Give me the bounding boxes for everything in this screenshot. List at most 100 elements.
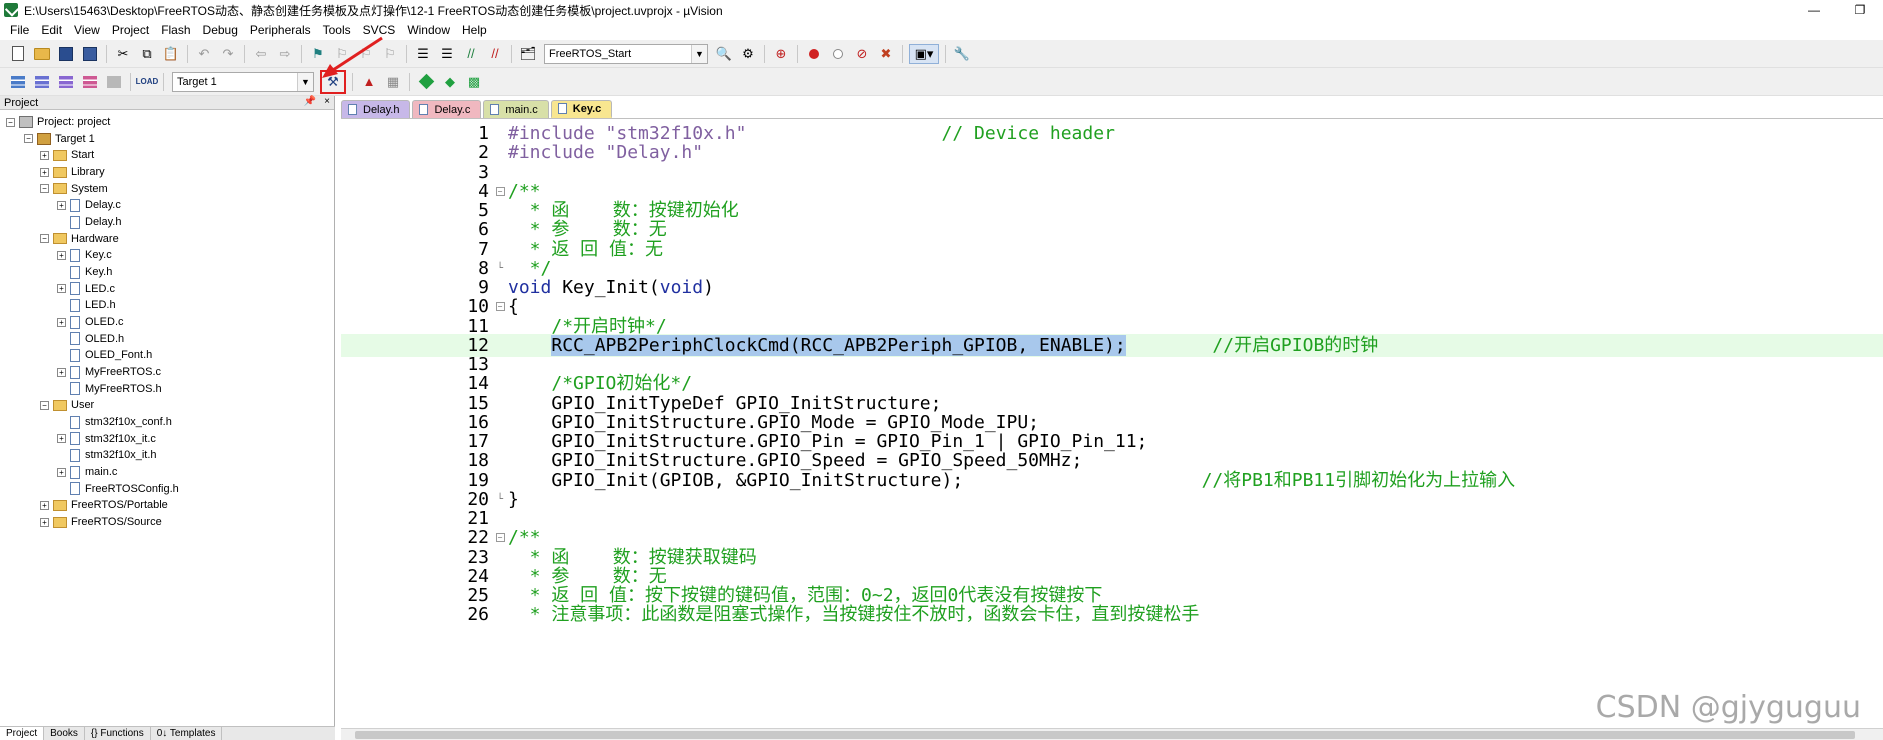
menu-window[interactable]: Window	[401, 20, 456, 40]
tree-item-key-h[interactable]: Key.h	[57, 264, 112, 280]
incremental-find-icon[interactable]: ⚙	[738, 44, 758, 64]
menu-view[interactable]: View	[68, 20, 106, 40]
tree-item-system[interactable]: − System	[40, 181, 108, 197]
find-in-files-icon[interactable]: 🗂	[518, 44, 538, 64]
undo-icon[interactable]: ↶	[194, 44, 214, 64]
copy-icon[interactable]: ⧉	[137, 44, 157, 64]
expand-icon[interactable]: +	[40, 517, 49, 527]
tree-item-oled-font-h[interactable]: OLED_Font.h	[57, 347, 152, 363]
disable-breakpoint-icon[interactable]	[828, 44, 848, 64]
expand-icon[interactable]: +	[40, 167, 49, 177]
tree-item-myfreertos-h[interactable]: MyFreeRTOS.h	[57, 381, 162, 397]
tree-item-stm32f10x-it-h[interactable]: stm32f10x_it.h	[57, 447, 157, 463]
save-all-icon[interactable]	[80, 44, 100, 64]
chevron-down-icon[interactable]: ▼	[691, 44, 707, 63]
tree-item-delay-h[interactable]: Delay.h	[57, 214, 121, 230]
target-combo[interactable]: Target 1 ▼	[172, 71, 314, 92]
collapse-icon[interactable]: −	[40, 184, 49, 194]
tree-item-stm32f10x-conf-h[interactable]: stm32f10x_conf.h	[57, 414, 172, 430]
breakpoint-icon[interactable]	[804, 44, 824, 64]
collapse-icon[interactable]: −	[40, 400, 49, 410]
window-layout-icon[interactable]: ▣▾	[909, 43, 939, 64]
expand-icon[interactable]: +	[57, 434, 66, 444]
tree-item-delay-c[interactable]: + Delay.c	[57, 197, 121, 213]
close-icon[interactable]: ×	[324, 96, 330, 107]
pin-icon[interactable]: 📌	[304, 96, 316, 107]
expand-icon[interactable]: +	[40, 150, 49, 160]
minimize-button[interactable]: —	[1791, 0, 1837, 20]
tree-item-oled-h[interactable]: OLED.h	[57, 331, 124, 347]
tree-item-led-h[interactable]: LED.h	[57, 297, 116, 313]
paste-icon[interactable]: 📋	[161, 44, 181, 64]
expand-icon[interactable]: +	[57, 200, 66, 210]
tree-item-target-1[interactable]: − Target 1	[24, 131, 95, 147]
event-recorder-icon[interactable]: ▩	[464, 72, 484, 92]
build-icon[interactable]	[32, 72, 52, 92]
rebuild-icon[interactable]	[56, 72, 76, 92]
redo-icon[interactable]: ↷	[218, 44, 238, 64]
tree-item-stm32f10x-it-c[interactable]: + stm32f10x_it.c	[57, 431, 156, 447]
tab-delay-c[interactable]: Delay.c	[412, 100, 482, 118]
menu-project[interactable]: Project	[106, 20, 155, 40]
tree-item-library[interactable]: + Library	[40, 164, 105, 180]
uncomment-icon[interactable]: //	[485, 44, 505, 64]
function-combo[interactable]: FreeRTOS_Start ▼	[544, 43, 708, 64]
tree-item-myfreertos-c[interactable]: + MyFreeRTOS.c	[57, 364, 161, 380]
configure-icon[interactable]: 🔧	[952, 44, 972, 64]
panel-tab-0[interactable]: Project	[0, 727, 45, 740]
tree-item-oled-c[interactable]: + OLED.c	[57, 314, 124, 330]
find-icon[interactable]: 🔍	[714, 44, 734, 64]
tree-item-led-c[interactable]: + LED.c	[57, 281, 115, 297]
tree-item-start[interactable]: + Start	[40, 147, 94, 163]
stop-build-icon[interactable]	[104, 72, 124, 92]
unindent-icon[interactable]: ☰	[437, 44, 457, 64]
tree-item-freertos-source[interactable]: + FreeRTOS/Source	[40, 514, 162, 530]
tab-main-c[interactable]: main.c	[483, 100, 549, 118]
pack-installer-icon[interactable]: ◆	[440, 72, 460, 92]
tree-item-user[interactable]: − User	[40, 397, 94, 413]
batch-build-icon[interactable]	[80, 72, 100, 92]
expand-icon[interactable]: +	[57, 317, 66, 327]
save-icon[interactable]	[56, 44, 76, 64]
kill-all-breakpoints-icon[interactable]: ✖	[876, 44, 896, 64]
scrollbar-thumb[interactable]	[355, 731, 1855, 739]
menu-flash[interactable]: Flash	[155, 20, 196, 40]
manage-rte-icon[interactable]	[416, 72, 436, 92]
expand-icon[interactable]: +	[57, 284, 66, 294]
collapse-icon[interactable]: −	[24, 134, 33, 144]
new-file-icon[interactable]	[8, 44, 28, 64]
download-icon[interactable]: LOAD	[136, 72, 159, 92]
indent-icon[interactable]: ☰	[413, 44, 433, 64]
translate-icon[interactable]	[8, 72, 28, 92]
collapse-icon[interactable]: −	[40, 234, 49, 244]
tree-item-hardware[interactable]: − Hardware	[40, 231, 119, 247]
tab-key-c[interactable]: Key.c	[550, 100, 613, 118]
panel-tab-2[interactable]: {} Functions	[84, 727, 151, 740]
open-file-icon[interactable]	[32, 44, 52, 64]
tree-item-key-c[interactable]: + Key.c	[57, 247, 112, 263]
nav-forward-icon[interactable]: ⇨	[275, 44, 295, 64]
expand-icon[interactable]: +	[57, 250, 66, 260]
tree-item-project-project[interactable]: − Project: project	[6, 114, 110, 130]
code-line[interactable]: 26 * 注意事项：此函数是阻塞式操作，当按键按住不放时，函数会卡住，直到按键松…	[341, 603, 1883, 626]
debug-session-icon[interactable]: ⊕	[771, 44, 791, 64]
code-editor[interactable]: 1 #include "stm32f10x.h" // Device header…	[341, 118, 1883, 728]
horizontal-scrollbar[interactable]	[341, 728, 1883, 740]
tree-item-main-c[interactable]: + main.c	[57, 464, 117, 480]
cut-icon[interactable]: ✂	[113, 44, 133, 64]
panel-tab-3[interactable]: 0↓ Templates	[150, 727, 223, 740]
expand-icon[interactable]: +	[57, 367, 66, 377]
collapse-icon[interactable]: −	[6, 117, 15, 127]
menu-file[interactable]: File	[4, 20, 35, 40]
tab-delay-h[interactable]: Delay.h	[341, 100, 411, 118]
nav-back-icon[interactable]: ⇦	[251, 44, 271, 64]
expand-icon[interactable]: +	[40, 500, 49, 510]
restore-button[interactable]: ❐	[1837, 0, 1883, 20]
disable-all-breakpoints-icon[interactable]: ⊘	[852, 44, 872, 64]
menu-help[interactable]: Help	[456, 20, 493, 40]
tree-item-freertos-portable[interactable]: + FreeRTOS/Portable	[40, 497, 168, 513]
comment-icon[interactable]: //	[461, 44, 481, 64]
panel-tab-1[interactable]: Books	[44, 727, 85, 740]
tree-item-freertosconfig-h[interactable]: FreeRTOSConfig.h	[57, 481, 179, 497]
expand-icon[interactable]: +	[57, 467, 66, 477]
